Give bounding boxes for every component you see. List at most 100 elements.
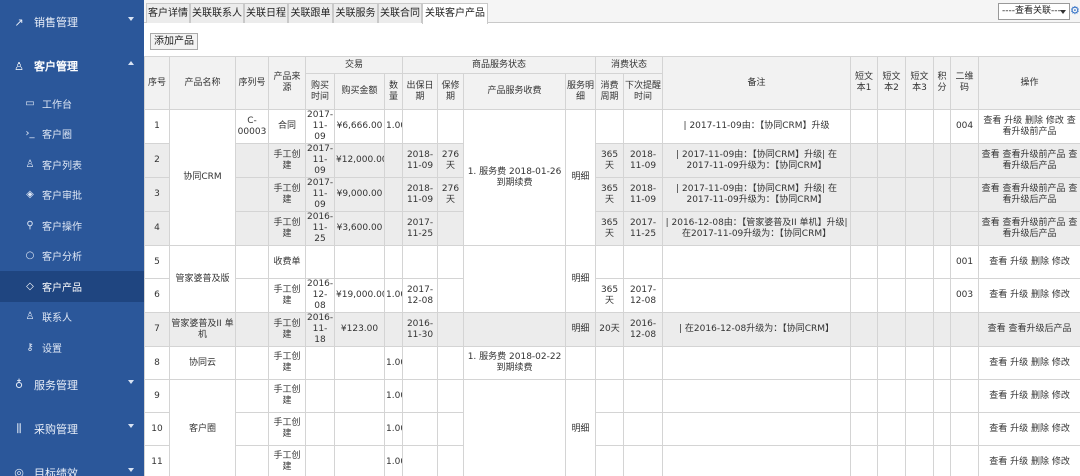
cell-text2: [877, 143, 907, 178]
cell-seq: 7: [144, 312, 170, 347]
tab-customer-detail[interactable]: 客户详情: [146, 3, 190, 23]
sidebar-group-goals[interactable]: ◎ 目标绩效: [0, 451, 144, 476]
cell-buy-amount: ¥3,600.00: [334, 211, 385, 246]
cell-serial: [235, 412, 269, 446]
cell-source: 手工创建: [268, 278, 306, 313]
tab-related-service[interactable]: 关联服务: [333, 3, 378, 23]
col-text1: 短文本1: [850, 56, 879, 110]
add-product-button[interactable]: 添加产品: [150, 33, 198, 50]
target-icon: ◎: [14, 466, 24, 476]
cell-text1: [850, 312, 879, 347]
cell-text3: [905, 109, 935, 144]
cell-qrcode: [950, 445, 980, 476]
cell-qty: 1.00: [383, 445, 404, 476]
cell-ship-date: [402, 379, 439, 413]
tab-related-schedule[interactable]: 关联日程: [244, 3, 288, 23]
sidebar-item-customer-ops[interactable]: ⚲ 客户操作: [0, 210, 144, 241]
source-link[interactable]: 收费单: [268, 245, 306, 279]
sidebar-item-customer-analysis[interactable]: ○ 客户分析: [0, 241, 144, 272]
service-fee-link[interactable]: 1. 服务费 2018-01-26到期续费: [463, 109, 567, 246]
tab-related-followup[interactable]: 关联跟单: [288, 3, 333, 23]
cell-text3: [905, 445, 935, 476]
cell-qrcode: 004: [950, 109, 980, 144]
col-note: 备注: [662, 56, 852, 110]
sidebar-item-customer-products[interactable]: ◇ 客户产品: [0, 271, 144, 302]
sidebar-group-sales[interactable]: ↗ 销售管理: [0, 0, 144, 44]
cell-serial: [235, 346, 269, 380]
row-actions[interactable]: 查看 升级 删除 修改: [978, 445, 1080, 476]
source-link[interactable]: 合同: [268, 109, 306, 144]
product-name-link[interactable]: 管家婆普及版: [169, 245, 236, 313]
cell-qrcode: 003: [950, 278, 980, 313]
main-content: 客户详情 关联联系人 关联日程 关联跟单 关联服务 关联合同 关联客户产品 --…: [144, 0, 1080, 476]
cell-buy-time: [305, 346, 335, 380]
cell-next-remind: [623, 109, 664, 144]
product-name-link[interactable]: 协同CRM: [169, 109, 236, 246]
sidebar-item-label: 客户圈: [42, 130, 72, 142]
row-actions[interactable]: 查看 升级 删除 修改: [978, 412, 1080, 446]
cell-qty: 1.00: [383, 278, 404, 313]
sidebar: ↗ 销售管理 ♙ 客户管理 ▭ 工作台 ›_ 客户圈 ♙ 客户列表 ◈ 客户审批…: [0, 0, 144, 476]
col-qrcode: 二维码: [950, 56, 980, 110]
row-actions[interactable]: 查看 升级 删除 修改: [978, 245, 1080, 279]
row-actions[interactable]: 查看 升级 删除 修改 查看升级前产品: [978, 109, 1080, 144]
cell-buy-amount: ¥9,000.00: [334, 177, 385, 212]
sidebar-group-label: 客户管理: [34, 60, 78, 73]
row-actions[interactable]: 查看 查看升级前产品 查看升级后产品: [978, 211, 1080, 246]
sidebar-group-service[interactable]: ♁ 服务管理: [0, 363, 144, 407]
row-actions[interactable]: 查看 升级 删除 修改: [978, 278, 1080, 313]
service-detail-link[interactable]: 明细: [565, 245, 597, 313]
cell-source: 手工创建: [268, 445, 306, 476]
service-detail-link[interactable]: 明细: [565, 109, 597, 246]
row-actions[interactable]: 查看 升级 删除 修改: [978, 379, 1080, 413]
sidebar-group-customer[interactable]: ♙ 客户管理: [0, 44, 144, 88]
cell-text2: [877, 346, 907, 380]
cell-consume-cycle: 20天: [595, 312, 625, 347]
cell-warranty: [437, 346, 465, 380]
tab-related-contacts[interactable]: 关联联系人: [190, 3, 244, 23]
cell-points: [933, 177, 952, 212]
cell-consume-cycle: [595, 379, 625, 413]
sidebar-item-customer-approval[interactable]: ◈ 客户审批: [0, 180, 144, 211]
cell-note: [662, 278, 852, 313]
sidebar-item-settings[interactable]: ⚷ 设置: [0, 332, 144, 363]
cell-text3: [905, 412, 935, 446]
tab-related-contract[interactable]: 关联合同: [378, 3, 422, 23]
product-name-link[interactable]: 管家婆普及II 单机: [169, 312, 236, 347]
row-actions[interactable]: 查看 查看升级前产品 查看升级后产品: [978, 177, 1080, 212]
sidebar-item-contacts[interactable]: ♙ 联系人: [0, 302, 144, 333]
service-fee-link[interactable]: 1. 服务费 2018-02-22到期续费: [463, 346, 567, 380]
table-row: 4 手工创建 2016-11-25 ¥3,600.00 2017-11-25 3…: [144, 211, 1080, 246]
view-related-select[interactable]: ----查看关联----: [998, 3, 1070, 20]
gear-icon[interactable]: ⚙: [1070, 4, 1080, 18]
cell-seq: 4: [144, 211, 170, 246]
table-row: 1 协同CRM C-00003 合同 2017-11-09 ¥6,666.00 …: [144, 109, 1080, 246]
sidebar-group-purchase[interactable]: ⫼ 采购管理: [0, 407, 144, 451]
cell-qrcode: 001: [950, 245, 980, 279]
table-row: 5 管家婆普及版 收费单 明细 001 查看 升级 删除 修改: [144, 245, 1080, 313]
cell-buy-amount: [334, 412, 385, 446]
cell-next-remind: [623, 245, 664, 279]
service-detail-link[interactable]: 明细: [565, 312, 597, 347]
col-service-detail: 服务明细: [565, 73, 597, 110]
cell-consume-cycle: [595, 109, 625, 144]
cell-text2: [877, 211, 907, 246]
row-actions[interactable]: 查看 升级 删除 修改: [978, 346, 1080, 380]
cell-text1: [850, 109, 879, 144]
cube-icon: ◇: [26, 280, 34, 292]
product-name-link[interactable]: 客户圈: [169, 379, 236, 476]
cell-consume-cycle: [595, 412, 625, 446]
row-actions[interactable]: 查看 查看升级前产品 查看升级后产品: [978, 143, 1080, 178]
tag-icon: ◈: [26, 189, 34, 201]
sidebar-item-label: 联系人: [42, 313, 72, 325]
sidebar-item-customer-circle[interactable]: ›_ 客户圈: [0, 119, 144, 150]
tab-related-products[interactable]: 关联客户产品: [422, 3, 488, 24]
sidebar-item-workbench[interactable]: ▭ 工作台: [0, 88, 144, 119]
sidebar-item-label: 设置: [42, 343, 62, 355]
service-detail-link[interactable]: 明细: [565, 379, 597, 476]
cell-buy-amount: [334, 379, 385, 413]
cell-buy-time: [305, 412, 335, 446]
product-name-link[interactable]: 协同云: [169, 346, 236, 380]
sidebar-item-customer-list[interactable]: ♙ 客户列表: [0, 149, 144, 180]
row-actions[interactable]: 查看 查看升级后产品: [978, 312, 1080, 347]
